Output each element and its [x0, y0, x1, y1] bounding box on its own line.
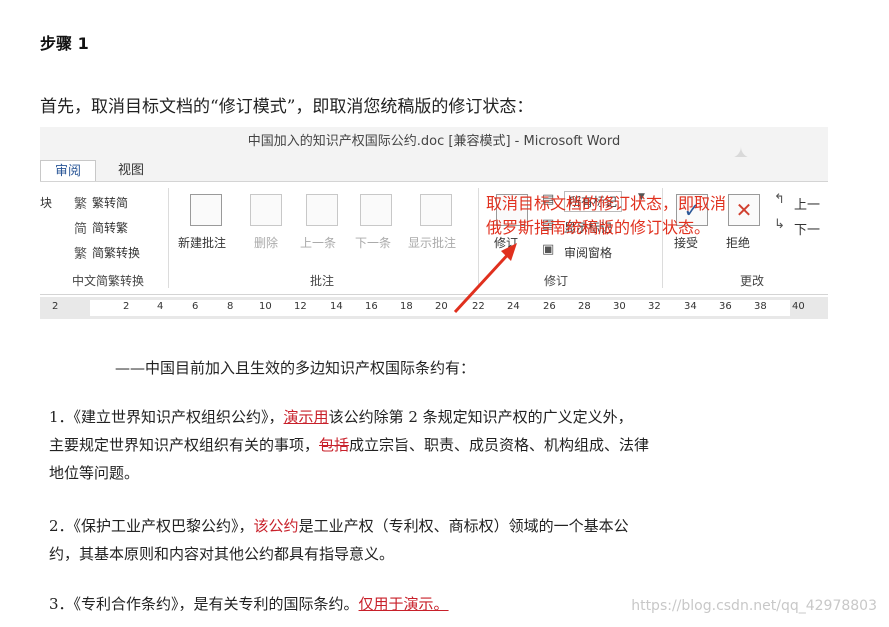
ruler-tick: 26: [543, 301, 556, 312]
new-comment-icon: [190, 194, 222, 226]
ruler-tick: 18: [400, 301, 413, 312]
chinese-group-label: 中文简繁转换: [72, 274, 145, 288]
deleted-text: 包括: [319, 436, 350, 454]
ruler-tick: 30: [613, 301, 626, 312]
doc-paragraph-1: 1．《建立世界知识产权组织公约》，演示用该公约除第 2 条规定知识产权的广义定义…: [49, 403, 649, 487]
ribbon-tabs: 审阅 视图: [40, 157, 828, 182]
red-arrow-icon: [453, 243, 517, 314]
annotation-note: 取消目标文档的修订状态，即取消 俄罗斯指南统稿版的修订状态。: [486, 192, 726, 240]
doc-text: 地位等问题。: [49, 464, 140, 482]
reject-icon: ✕: [728, 194, 760, 226]
trad-to-simp-icon: 繁: [74, 197, 88, 212]
ruler-tick: 2: [123, 301, 130, 312]
ruler-tick: 36: [719, 301, 732, 312]
doc-text: 2．《保护工业产权巴黎公约》，: [49, 517, 254, 535]
new-comment-button[interactable]: 新建批注: [178, 234, 226, 251]
previous-change-icon: ↰: [774, 192, 785, 207]
doc-paragraph-2: 2．《保护工业产权巴黎公约》，该公约是工业产权（专利权、商标权）领域的一个基本公…: [49, 512, 629, 568]
reject-button[interactable]: 拒绝: [726, 234, 750, 251]
ruler-tick: 12: [294, 301, 307, 312]
doc-text: 成立宗旨、职责、成员资格、机构组成、法律: [349, 436, 650, 454]
next-comment-button[interactable]: 下一条: [355, 234, 391, 251]
prev-comment-icon: [306, 194, 338, 226]
ruler-tick: 28: [578, 301, 591, 312]
previous-change-button[interactable]: 上一: [794, 194, 820, 213]
step-heading: 步骤 1: [40, 34, 89, 53]
doc-text: 该公约除第 2 条规定知识产权的广义定义外，: [328, 408, 633, 426]
annotation-line: 俄罗斯指南统稿版的修订状态。: [486, 218, 711, 237]
window-title: 中国加入的知识产权国际公约.doc [兼容模式] - Microsoft Wor…: [40, 127, 828, 157]
cut-off-label: 块: [40, 196, 53, 210]
group-divider: [168, 188, 169, 288]
ruler-tick: 6: [192, 301, 199, 312]
next-change-icon: ↳: [774, 217, 785, 232]
changes-group-label: 更改: [740, 274, 765, 288]
intro-text: 首先，取消目标文档的“修订模式”，即取消您统稿版的修订状态：: [40, 97, 534, 117]
doc-text: 1．《建立世界知识产权组织公约》，: [49, 408, 284, 426]
doc-text: 3．《专利合作条约》，是有关专利的国际条约。: [49, 595, 359, 613]
convert-icon: 繁: [74, 247, 88, 262]
ruler-tick: 34: [684, 301, 697, 312]
simp-to-trad-icon: 简: [74, 222, 88, 237]
ruler: 2 2 4 6 8 10 12 14 16 18 20 22 24 26 28 …: [40, 297, 828, 319]
ruler-tick: 40: [792, 301, 805, 312]
delete-comment-icon: [250, 194, 282, 226]
next-comment-icon: [360, 194, 392, 226]
prev-comment-button[interactable]: 上一条: [300, 234, 336, 251]
revised-text: 该公约: [253, 517, 299, 535]
ruler-tick: 32: [648, 301, 661, 312]
next-change-button[interactable]: 下一: [794, 219, 820, 238]
delete-comment-button[interactable]: 删除: [254, 234, 278, 251]
ruler-tick: 2: [52, 301, 59, 312]
watermark: https://blog.csdn.net/qq_42978803: [631, 598, 877, 614]
ruler-tick: 38: [754, 301, 767, 312]
tab-review[interactable]: 审阅: [40, 160, 97, 182]
doc-lead-text: ——中国目前加入且生效的多边知识产权国际条约有：: [115, 359, 476, 377]
tab-view[interactable]: 视图: [104, 160, 158, 181]
inserted-text: 仅用于演示。: [358, 595, 449, 613]
review-pane-button[interactable]: 审阅窗格: [564, 244, 612, 261]
doc-text: 主要规定世界知识产权组织有关的事项，: [49, 436, 320, 454]
comments-group-label: 批注: [310, 274, 335, 288]
ruler-tick: 10: [259, 301, 272, 312]
inserted-text: 演示用: [283, 408, 329, 426]
ruler-tick: 16: [365, 301, 378, 312]
annotation-line: 取消目标文档的修订状态，即取消: [486, 194, 727, 213]
review-pane-icon: ▣: [542, 242, 555, 257]
doc-paragraph-3: 3．《专利合作条约》，是有关专利的国际条约。仅用于演示。: [49, 590, 449, 618]
ruler-tick: 14: [330, 301, 343, 312]
show-comments-icon: [420, 194, 452, 226]
ruler-tick: 8: [227, 301, 234, 312]
ruler-tick: 4: [157, 301, 164, 312]
doc-text: 是工业产权（专利权、商标权）领域的一个基本公: [298, 517, 629, 535]
trad-to-simp-button[interactable]: 繁转简: [92, 194, 128, 211]
doc-lead: ——中国目前加入且生效的多边知识产权国际条约有：: [115, 354, 475, 382]
simp-to-trad-button[interactable]: 简转繁: [92, 219, 128, 236]
doc-text: 约，其基本原则和内容对其他公约都具有指导意义。: [49, 545, 395, 563]
simp-trad-convert-button[interactable]: 简繁转换: [92, 244, 140, 261]
track-group-label: 修订: [544, 274, 569, 288]
